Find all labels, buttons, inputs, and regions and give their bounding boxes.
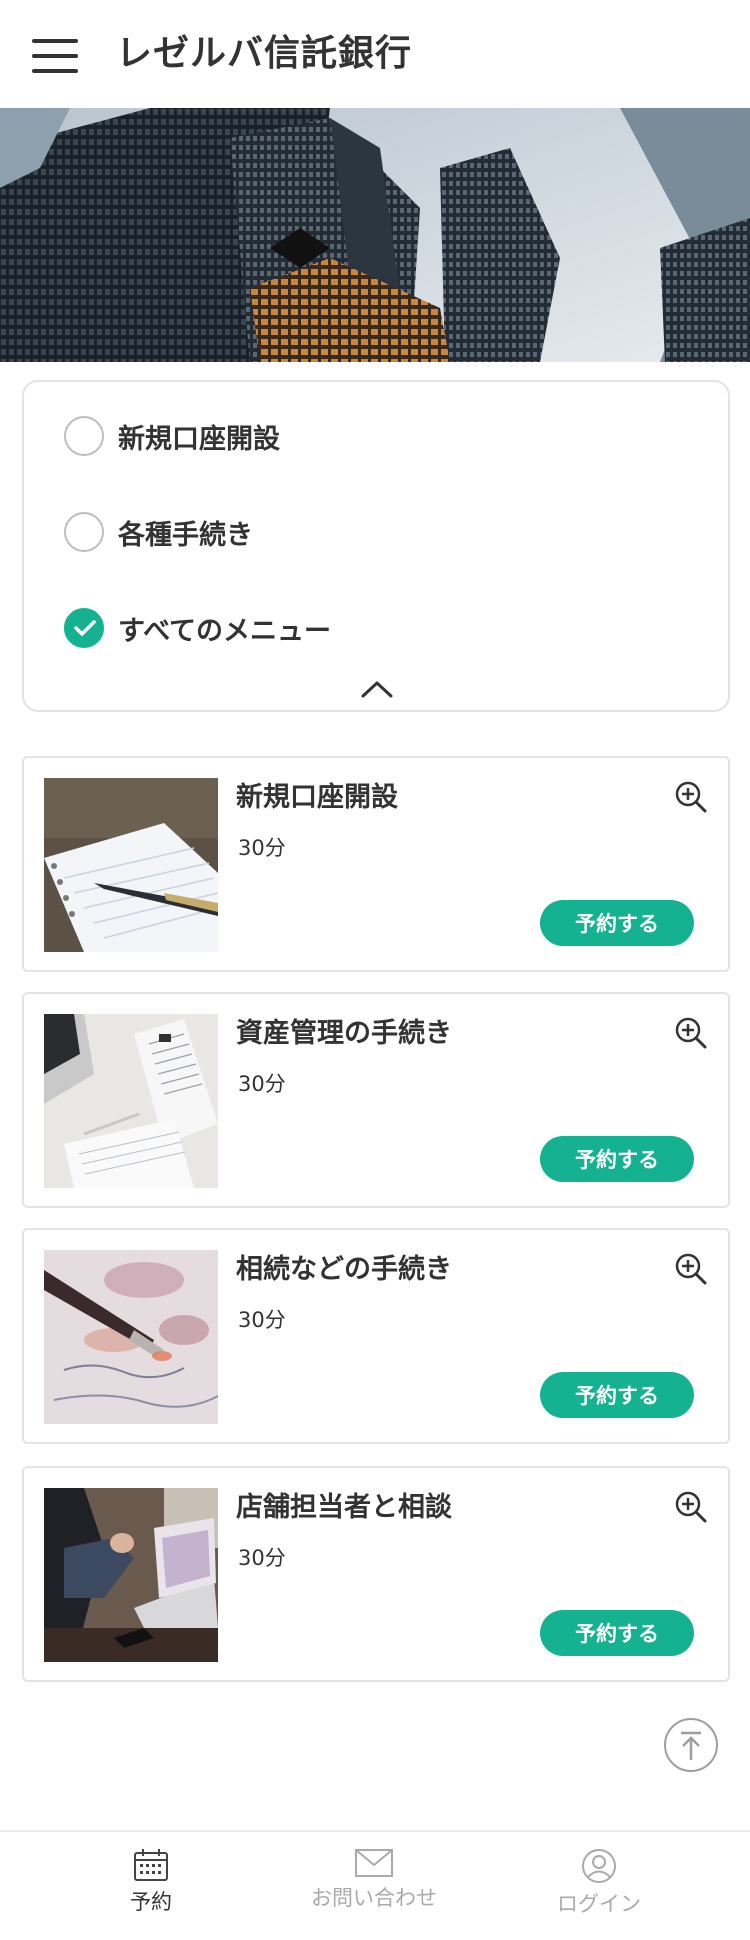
- chevron-up-icon[interactable]: [360, 678, 394, 700]
- nav-item-reservation[interactable]: 予約: [76, 1848, 226, 1928]
- nav-item-contact[interactable]: お問い合わせ: [299, 1848, 449, 1928]
- menu-title: 新規口座開設: [236, 782, 398, 813]
- radio-unchecked-icon[interactable]: [64, 512, 104, 552]
- radio-unchecked-icon[interactable]: [64, 416, 104, 456]
- filter-option-procedures[interactable]: 各種手続き: [64, 510, 253, 554]
- nav-item-login[interactable]: ログイン: [524, 1848, 674, 1928]
- menu-title: 店舗担当者と相談: [236, 1492, 452, 1523]
- filter-option-label: すべてのメニュー: [118, 615, 332, 647]
- menu-title: 資産管理の手続き: [236, 1018, 452, 1049]
- filter-option-label: 各種手続き: [118, 519, 253, 551]
- menu-duration: 30分: [238, 1072, 286, 1096]
- filter-option-all-menus[interactable]: すべてのメニュー: [64, 606, 331, 650]
- menu-title: 相続などの手続き: [236, 1254, 452, 1285]
- zoom-in-icon[interactable]: [674, 780, 708, 814]
- envelope-icon: [355, 1849, 393, 1877]
- book-button[interactable]: 予約する: [540, 900, 694, 946]
- menu-card[interactable]: 相続などの手続き 30分 予約する: [22, 1228, 730, 1444]
- menu-card[interactable]: 新規口座開設 30分 予約する: [22, 756, 730, 972]
- filter-option-new-account[interactable]: 新規口座開設: [64, 414, 280, 458]
- bottom-navigation: 予約 お問い合わせ ログイン: [0, 1830, 750, 1940]
- menu-duration: 30分: [238, 1308, 286, 1332]
- menu-duration: 30分: [238, 836, 286, 860]
- app-header: レゼルバ信託銀行: [0, 0, 750, 108]
- nav-label: お問い合わせ: [311, 1886, 437, 1910]
- fountain-pen-writing-photo: [44, 1250, 218, 1424]
- arrow-up-circle-icon[interactable]: [664, 1718, 718, 1772]
- book-button[interactable]: 予約する: [540, 1372, 694, 1418]
- zoom-in-icon[interactable]: [674, 1490, 708, 1524]
- filter-option-label: 新規口座開設: [118, 423, 280, 455]
- hamburger-menu-icon[interactable]: [32, 39, 78, 73]
- book-button[interactable]: 予約する: [540, 1136, 694, 1182]
- calendar-icon: [134, 1849, 168, 1881]
- zoom-in-icon[interactable]: [674, 1252, 708, 1286]
- notebook-pen-photo: [44, 778, 218, 952]
- hero-image: [0, 108, 750, 362]
- menu-card[interactable]: 店舗担当者と相談 30分 予約する: [22, 1466, 730, 1682]
- zoom-in-icon[interactable]: [674, 1016, 708, 1050]
- category-filter: 新規口座開設 各種手続き すべてのメニュー: [22, 380, 730, 712]
- menu-card[interactable]: 資産管理の手続き 30分 予約する: [22, 992, 730, 1208]
- nav-label: 予約: [130, 1890, 172, 1914]
- business-meeting-laptop-photo: [44, 1488, 218, 1662]
- user-icon: [582, 1849, 616, 1883]
- documents-laptop-photo: [44, 1014, 218, 1188]
- radio-checked-icon[interactable]: [64, 608, 104, 648]
- app-title: レゼルバ信託銀行: [116, 33, 413, 74]
- menu-duration: 30分: [238, 1546, 286, 1570]
- nav-label: ログイン: [557, 1892, 641, 1916]
- book-button[interactable]: 予約する: [540, 1610, 694, 1656]
